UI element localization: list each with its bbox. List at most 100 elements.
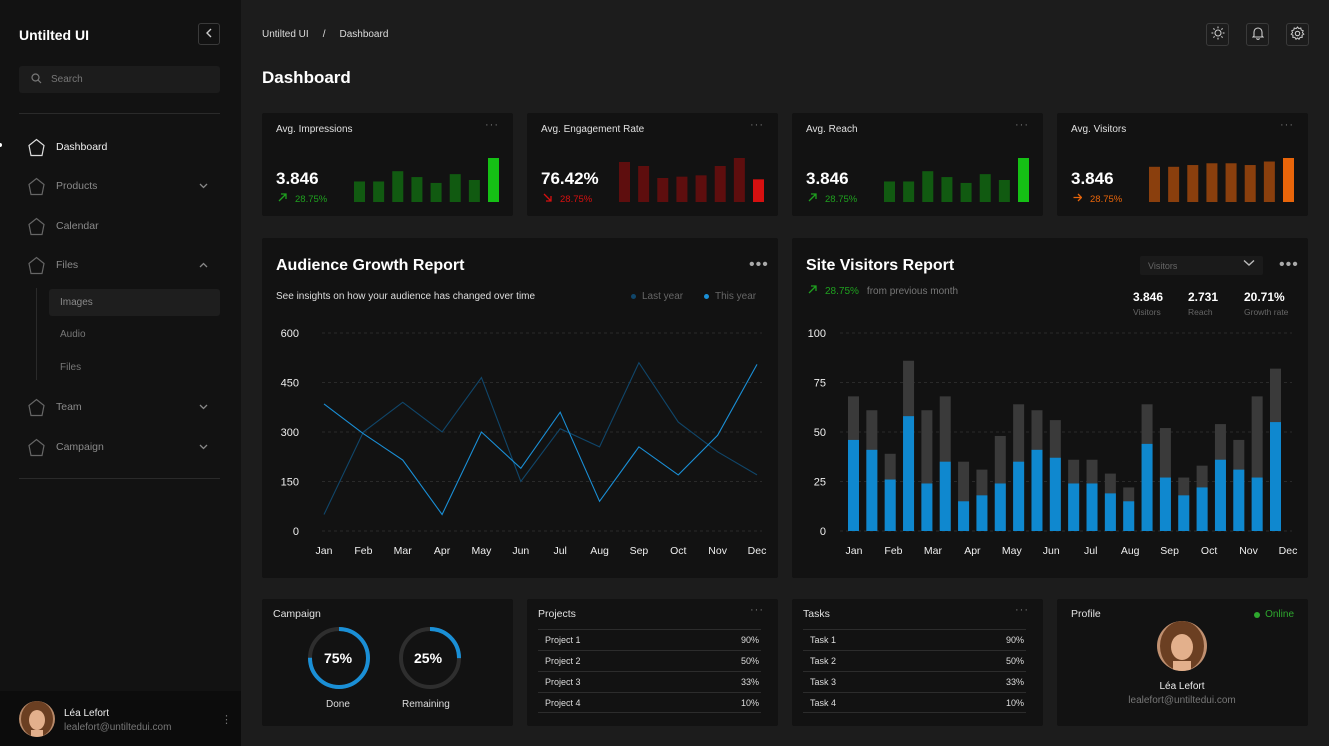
table-row[interactable]: Project 3 33% <box>538 671 761 692</box>
bar-foreground <box>939 461 951 531</box>
x-tick-label: Jun <box>1043 545 1060 557</box>
projects-table: Project 1 90% Project 2 50% Project 3 33% P… <box>538 629 761 713</box>
kpi-change-value: 28.75% <box>1090 193 1123 205</box>
x-tick-label: Nov <box>708 545 727 557</box>
kpi-bar <box>979 174 991 202</box>
kpi-bar <box>998 180 1010 202</box>
tasks-table: Task 1 90% Task 2 50% Task 3 33% Task 4 10% <box>803 629 1026 713</box>
more-vertical-icon[interactable]: ⋮ <box>221 713 232 726</box>
row-value: 33% <box>1005 677 1024 687</box>
y-tick-label: 0 <box>293 526 299 538</box>
row-name: Project 1 <box>545 635 581 645</box>
stat-value: 2.731 <box>1188 290 1219 304</box>
x-tick-label: May <box>1002 545 1023 557</box>
kpi-bar <box>468 180 480 202</box>
sidebar-item-team[interactable]: Team <box>27 396 220 418</box>
submenu-item-audio[interactable]: Audio <box>49 321 220 348</box>
table-row[interactable]: Task 1 90% <box>803 629 1026 650</box>
legend-last-year[interactable]: Last year <box>631 291 683 302</box>
series-line-this-year <box>323 364 758 516</box>
table-row[interactable]: Project 2 50% <box>538 650 761 671</box>
kpi-bar <box>922 171 934 202</box>
more-icon[interactable]: ··· <box>1015 119 1029 131</box>
kpi-bar <box>1263 161 1275 202</box>
bar-foreground <box>1086 483 1098 531</box>
more-icon[interactable]: ··· <box>485 119 499 131</box>
breadcrumb-root[interactable]: Untilted UI <box>262 29 309 40</box>
bar-foreground <box>1214 459 1226 531</box>
bar-foreground <box>1049 457 1061 531</box>
x-tick-label: Aug <box>590 545 609 557</box>
kpi-change-value: 28.75% <box>825 193 858 205</box>
theme-toggle-button[interactable] <box>1206 23 1229 46</box>
collapse-sidebar-button[interactable] <box>198 23 220 45</box>
legend-label: Last year <box>642 291 684 302</box>
brand-logo[interactable]: Untilted UI <box>19 27 89 43</box>
sidebar-item-campaign[interactable]: Campaign <box>27 436 220 458</box>
kpi-value: 3.846 <box>806 169 849 188</box>
more-icon[interactable]: ••• <box>749 256 769 274</box>
kpi-bar <box>430 182 442 202</box>
user-email: lealefort@untiltedui.com <box>64 722 172 733</box>
table-row[interactable]: Project 4 10% <box>538 692 761 713</box>
submenu-item-images[interactable]: Images <box>49 289 220 316</box>
sidebar-item-calendar[interactable]: Calendar <box>27 215 220 237</box>
growth-value: 28.75% <box>825 285 859 297</box>
y-tick-label: 50 <box>814 427 826 439</box>
card-title: Profile <box>1071 608 1101 620</box>
kpi-bar <box>884 181 895 202</box>
chevron-up-icon[interactable] <box>199 260 208 271</box>
chevron-down-icon[interactable] <box>199 402 208 413</box>
sidebar-item-label: Files <box>56 259 79 271</box>
more-icon[interactable]: ··· <box>750 604 764 616</box>
more-icon[interactable]: ··· <box>1280 119 1294 131</box>
arrow-right-icon <box>1073 193 1083 205</box>
kpi-card-reach: Avg. Reach ··· 3.846 28.75% <box>792 113 1043 216</box>
ring-label: Remaining <box>402 699 450 710</box>
legend-this-year[interactable]: This year <box>704 291 756 302</box>
table-row[interactable]: Task 2 50% <box>803 650 1026 671</box>
kpi-bar <box>1283 158 1294 202</box>
breadcrumb-current[interactable]: Dashboard <box>339 29 388 40</box>
bar-foreground <box>994 483 1006 531</box>
x-tick-label: Jan <box>316 545 333 557</box>
submenu-item-files[interactable]: Files <box>49 354 220 381</box>
chevron-down-icon[interactable] <box>199 181 208 192</box>
avatar[interactable] <box>19 701 55 737</box>
active-indicator <box>0 143 2 147</box>
more-icon[interactable]: ··· <box>1015 604 1029 616</box>
kpi-bar <box>392 171 404 202</box>
search-icon <box>31 72 51 87</box>
x-tick-label: Apr <box>964 545 981 557</box>
row-name: Project 2 <box>545 656 581 666</box>
sidebar-item-files[interactable]: Files <box>27 254 220 276</box>
home-icon <box>27 217 46 236</box>
notifications-button[interactable] <box>1246 23 1269 46</box>
avatar[interactable] <box>1157 621 1207 671</box>
x-tick-label: Oct <box>670 545 686 557</box>
table-row[interactable]: Project 1 90% <box>538 629 761 650</box>
sidebar-item-products[interactable]: Products <box>27 175 220 197</box>
sun-icon <box>1211 26 1225 43</box>
table-row[interactable]: Task 3 33% <box>803 671 1026 692</box>
site-visitors-bar-chart: 0 25 50 75 100 Jan Feb Mar Apr May Jun Jul Aug Sep Oct… <box>808 328 1298 557</box>
row-value: 90% <box>1005 635 1024 645</box>
kpi-card-engagement: Avg. Engagement Rate ··· 76.42% 28.75% <box>527 113 778 216</box>
kpi-card-visitors: Avg. Visitors ··· 3.846 28.75% <box>1057 113 1308 216</box>
select-value: Visitors <box>1148 260 1178 271</box>
chevron-down-icon[interactable] <box>199 442 208 453</box>
settings-button[interactable] <box>1286 23 1309 46</box>
kpi-bar <box>676 176 688 202</box>
more-icon[interactable]: ••• <box>1279 256 1299 274</box>
table-row[interactable]: Task 4 10% <box>803 692 1026 713</box>
kpi-bar <box>695 175 707 202</box>
card-title: Tasks <box>803 608 830 620</box>
sidebar-item-label: Team <box>56 401 82 413</box>
more-icon[interactable]: ··· <box>750 119 764 131</box>
search-input[interactable]: Search <box>19 66 220 93</box>
sidebar-item-dashboard[interactable]: Dashboard <box>27 136 220 158</box>
metric-select[interactable]: Visitors <box>1140 256 1263 275</box>
kpi-bar <box>449 174 461 202</box>
bell-icon <box>1251 26 1264 43</box>
search-placeholder: Search <box>51 74 83 85</box>
